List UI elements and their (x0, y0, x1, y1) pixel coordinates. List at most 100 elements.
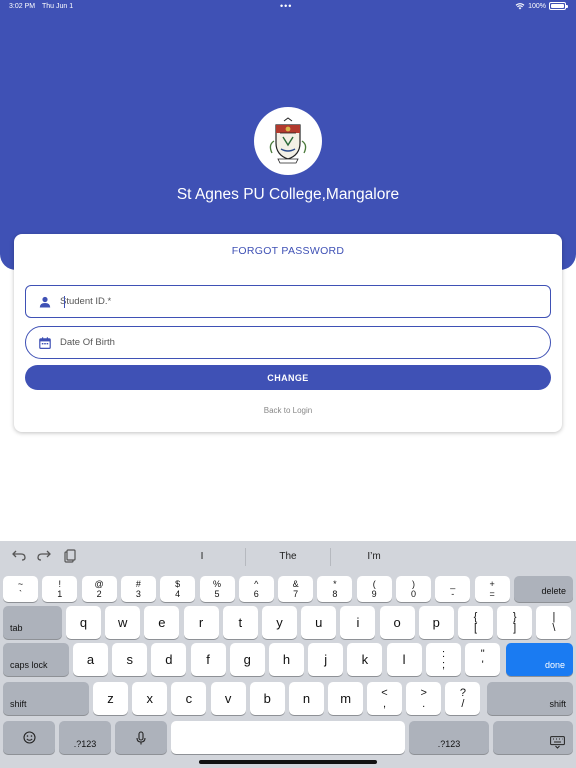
home-indicator (199, 760, 377, 764)
key-g[interactable]: g (229, 643, 265, 676)
number-key-6[interactable]: ^ 6 (238, 576, 274, 602)
key-q[interactable]: q (66, 606, 101, 639)
symbol-key-1[interactable]: >. (406, 682, 442, 715)
numbers-key-left[interactable]: .?123 (59, 721, 111, 754)
number-key-5[interactable]: % 5 (199, 576, 235, 602)
key-o[interactable]: o (379, 606, 415, 639)
number-key-3[interactable]: #3 (120, 576, 156, 602)
key-x[interactable]: x (132, 682, 168, 715)
status-time: 3:02 PM (9, 3, 36, 10)
bracket-key-0-top: { (473, 610, 478, 623)
status-date: Thu Jun 1 (42, 3, 74, 10)
left-shift-key[interactable]: shift (3, 682, 89, 715)
number-key-0[interactable]: ~ ` (3, 576, 38, 602)
number-key-8-top: * (333, 579, 337, 589)
key-u[interactable]: u (301, 606, 337, 639)
date-of-birth-field[interactable] (25, 326, 551, 359)
change-button[interactable]: CHANGE (25, 365, 551, 390)
punct-key-1-bottom: ' (481, 658, 484, 671)
number-key-3-bottom: 3 (135, 589, 141, 599)
student-id-input[interactable] (58, 291, 498, 312)
symbol-key-2-top: ? (459, 686, 466, 699)
number-key-11[interactable]: _ - (435, 576, 471, 602)
number-key-7[interactable]: & 7 (278, 576, 314, 602)
status-bar: 3:02 PM Thu Jun 1 ••• 100% (0, 0, 576, 14)
bracket-key-1[interactable]: }] (497, 606, 533, 639)
key-t[interactable]: t (222, 606, 258, 639)
number-key-5-top: % (212, 579, 221, 589)
multitasking-dots[interactable]: ••• (280, 1, 292, 11)
suggestion-1[interactable]: I (162, 551, 242, 562)
wifi-icon (515, 3, 525, 10)
paste-icon[interactable] (64, 549, 76, 566)
keyboard-toolbar: I The I’m (0, 541, 576, 572)
key-j[interactable]: j (308, 643, 344, 676)
symbol-key-0-top: < (381, 686, 388, 699)
key-p[interactable]: p (418, 606, 454, 639)
symbol-key-2[interactable]: ? / (445, 682, 481, 715)
person-icon (32, 296, 58, 308)
numbers-key-right[interactable]: .?123 (409, 721, 489, 754)
key-a[interactable]: a (73, 643, 108, 676)
number-key-9[interactable]: (9 (356, 576, 392, 602)
space-bar[interactable] (171, 721, 405, 754)
tab-key[interactable]: tab (3, 606, 62, 639)
date-of-birth-input[interactable] (58, 332, 498, 353)
student-id-field[interactable] (25, 285, 551, 318)
key-b[interactable]: b (249, 682, 285, 715)
key-i[interactable]: i (340, 606, 376, 639)
undo-icon[interactable] (12, 549, 26, 564)
key-r[interactable]: r (183, 606, 219, 639)
caps-lock-key[interactable]: caps lock (3, 643, 69, 676)
number-key-4[interactable]: $4 (160, 576, 196, 602)
number-key-12[interactable]: + = (474, 576, 510, 602)
number-key-1-top: ! (58, 579, 62, 589)
number-key-8[interactable]: * 8 (317, 576, 353, 602)
number-key-3-top: # (135, 579, 141, 589)
bracket-key-0-bottom: [ (473, 621, 478, 634)
key-k[interactable]: k (347, 643, 383, 676)
symbol-key-1-bottom: . (422, 697, 426, 710)
suggestion-2[interactable]: The (248, 551, 328, 562)
redo-icon[interactable] (37, 549, 51, 564)
calendar-icon (32, 336, 58, 349)
key-z[interactable]: z (93, 682, 128, 715)
bracket-key-2[interactable]: | \ (536, 606, 572, 639)
key-e[interactable]: e (144, 606, 180, 639)
punct-key-0[interactable]: :; (426, 643, 461, 676)
key-d[interactable]: d (151, 643, 187, 676)
key-w[interactable]: w (105, 606, 141, 639)
key-l[interactable]: l (386, 643, 422, 676)
right-shift-key[interactable]: shift (487, 682, 573, 715)
key-v[interactable]: v (210, 682, 246, 715)
punct-key-1[interactable]: " ' (465, 643, 501, 676)
battery-fill (551, 4, 564, 8)
done-key[interactable]: done (506, 643, 573, 676)
key-h[interactable]: h (269, 643, 304, 676)
key-f[interactable]: f (190, 643, 226, 676)
college-name: St Agnes PU College,Mangalore (176, 186, 400, 203)
key-c[interactable]: c (171, 682, 207, 715)
number-key-2-bottom: 2 (96, 589, 102, 599)
key-s[interactable]: s (112, 643, 148, 676)
number-key-1[interactable]: ! 1 (42, 576, 78, 602)
number-key-2[interactable]: @2 (81, 576, 117, 602)
number-key-7-top: & (292, 579, 299, 589)
emoji-key[interactable] (3, 721, 55, 754)
forgot-password-card: FORGOT PASSWORD Student ID.* Date Of Bir… (14, 234, 562, 432)
back-to-login-link[interactable]: Back to Login (14, 406, 562, 415)
forgot-password-screen: 3:02 PM Thu Jun 1 ••• 100% St Agnes PU C… (0, 0, 576, 768)
number-key-4-top: $ (175, 579, 181, 589)
symbol-key-0[interactable]: <, (367, 682, 402, 715)
key-n[interactable]: n (289, 682, 324, 715)
key-y[interactable]: y (262, 606, 297, 639)
hide-keyboard-key[interactable] (493, 721, 573, 754)
number-key-10[interactable]: ) 0 (396, 576, 431, 602)
microphone-icon (136, 730, 146, 744)
dictation-key[interactable] (115, 721, 167, 754)
bracket-key-0[interactable]: {[ (458, 606, 493, 639)
suggestion-3[interactable]: I’m (334, 551, 414, 562)
delete-key[interactable]: delete (514, 576, 573, 602)
key-m[interactable]: m (328, 682, 364, 715)
punct-key-0-bottom: ; (441, 658, 446, 671)
